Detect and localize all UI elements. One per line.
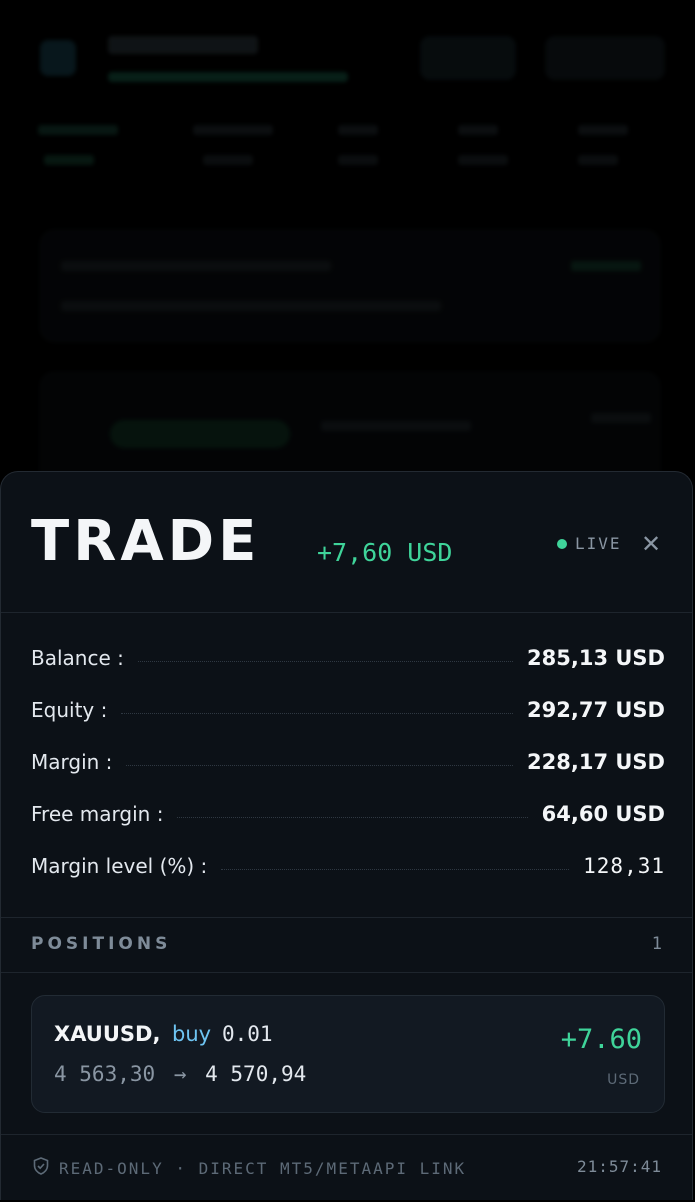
current-price: 4 570,94 bbox=[205, 1062, 307, 1086]
position-prices: 4 563,30 → 4 570,94 bbox=[54, 1062, 306, 1086]
bg-tab bbox=[193, 125, 273, 135]
stat-row-balance: Balance : 285,13 USD bbox=[31, 632, 665, 684]
footer-time: 21:57:41 bbox=[576, 1157, 662, 1176]
position-card[interactable]: XAUUSD, buy 0.01 4 563,30 → 4 570,94 +7.… bbox=[31, 995, 665, 1113]
position-symbol: XAUUSD, bbox=[54, 1022, 161, 1046]
app-logo bbox=[40, 40, 76, 76]
stat-row-margin: Margin : 228,17 USD bbox=[31, 736, 665, 788]
bg-line bbox=[571, 261, 641, 271]
dotted-leader bbox=[126, 764, 514, 766]
live-dot-icon bbox=[557, 538, 567, 549]
bg-subtitle-placeholder bbox=[108, 72, 348, 82]
bg-pill bbox=[110, 420, 290, 448]
open-price: 4 563,30 bbox=[54, 1062, 156, 1086]
dotted-leader bbox=[137, 660, 514, 662]
stat-value: 285,13 USD bbox=[527, 646, 665, 670]
position-profit: +7.60 bbox=[560, 1024, 642, 1055]
bg-tab bbox=[38, 125, 118, 135]
trade-panel: TRADE +7,60 USD LIVE ✕ Balance : 285,13 … bbox=[0, 471, 693, 1200]
bg-tabs bbox=[38, 125, 658, 185]
total-pnl: +7,60 USD bbox=[317, 538, 453, 567]
panel-footer: READ-ONLY · DIRECT MT5/METAAPI LINK 21:5… bbox=[1, 1134, 692, 1202]
close-icon[interactable]: ✕ bbox=[637, 530, 665, 558]
stat-label: Free margin : bbox=[31, 802, 164, 826]
stat-row-equity: Equity : 292,77 USD bbox=[31, 684, 665, 736]
bg-line bbox=[591, 413, 651, 423]
position-side: buy bbox=[172, 1022, 212, 1046]
live-label: LIVE bbox=[575, 534, 622, 553]
stat-label: Margin : bbox=[31, 750, 113, 774]
stat-value: 292,77 USD bbox=[527, 698, 665, 722]
stat-value: 128,31 bbox=[583, 854, 665, 878]
stat-value: 64,60 USD bbox=[541, 802, 665, 826]
live-indicator: LIVE bbox=[557, 534, 622, 553]
bg-button bbox=[545, 36, 665, 80]
position-volume: 0.01 bbox=[222, 1022, 273, 1046]
bg-tab bbox=[458, 155, 508, 165]
panel-header: TRADE +7,60 USD LIVE ✕ bbox=[1, 472, 692, 613]
stat-value: 228,17 USD bbox=[527, 750, 665, 774]
bg-tab bbox=[578, 125, 628, 135]
positions-title: POSITIONS bbox=[31, 934, 172, 954]
bg-tab bbox=[338, 155, 378, 165]
panel-title: TRADE bbox=[31, 509, 261, 574]
bg-tab bbox=[458, 125, 498, 135]
account-stats: Balance : 285,13 USD Equity : 292,77 USD… bbox=[31, 632, 665, 892]
bg-tab bbox=[578, 155, 618, 165]
bg-tab bbox=[338, 125, 378, 135]
bg-line bbox=[61, 261, 331, 271]
stat-row-free-margin: Free margin : 64,60 USD bbox=[31, 788, 665, 840]
bg-title-placeholder bbox=[108, 36, 258, 54]
bg-button bbox=[420, 36, 516, 80]
bg-line bbox=[61, 301, 441, 311]
footer-status: READ-ONLY · DIRECT MT5/METAAPI LINK bbox=[33, 1157, 466, 1179]
dotted-leader bbox=[121, 712, 514, 714]
arrow-right-icon: → bbox=[173, 1062, 187, 1086]
bg-tab bbox=[44, 155, 94, 165]
stat-label: Equity : bbox=[31, 698, 108, 722]
stat-row-margin-level: Margin level (%) : 128,31 bbox=[31, 840, 665, 892]
footer-label: READ-ONLY · DIRECT MT5/METAAPI LINK bbox=[59, 1158, 467, 1178]
shield-icon bbox=[33, 1157, 49, 1179]
stat-label: Margin level (%) : bbox=[31, 854, 208, 878]
position-currency: USD bbox=[607, 1072, 640, 1088]
bg-line bbox=[321, 421, 471, 431]
bg-tab bbox=[203, 155, 253, 165]
bg-card bbox=[40, 230, 660, 342]
positions-header: POSITIONS 1 bbox=[1, 917, 692, 973]
background-app bbox=[0, 0, 695, 480]
dotted-leader bbox=[221, 868, 570, 870]
stat-label: Balance : bbox=[31, 646, 124, 670]
positions-count: 1 bbox=[651, 934, 662, 954]
dotted-leader bbox=[177, 816, 528, 818]
